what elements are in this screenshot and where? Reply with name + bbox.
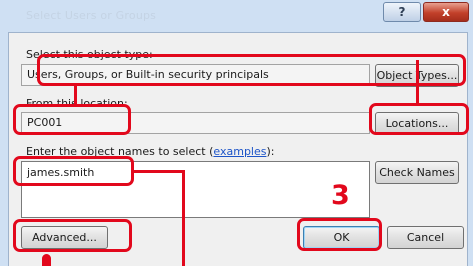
callout-line bbox=[133, 170, 185, 173]
dialog-body: Select this object type: Users, Groups, … bbox=[8, 32, 468, 266]
locations-button[interactable]: Locations... bbox=[375, 112, 459, 135]
close-button[interactable]: x bbox=[423, 2, 469, 22]
location-field: PC001 bbox=[21, 112, 370, 134]
object-names-label: Enter the object names to select (exampl… bbox=[26, 145, 274, 158]
object-type-field: Users, Groups, or Built-in security prin… bbox=[21, 64, 370, 86]
callout-marker bbox=[42, 254, 51, 266]
check-names-button[interactable]: Check Names bbox=[375, 161, 459, 184]
callout-line bbox=[74, 85, 77, 105]
callout-line bbox=[416, 60, 419, 104]
help-button[interactable]: ? bbox=[383, 2, 421, 22]
dialog-title: Select Users or Groups bbox=[26, 9, 157, 22]
examples-link[interactable]: examples bbox=[213, 145, 266, 158]
help-icon: ? bbox=[398, 5, 406, 19]
callout-line bbox=[182, 170, 185, 266]
object-names-label-prefix: Enter the object names to select ( bbox=[26, 145, 214, 158]
object-names-label-suffix: ): bbox=[266, 145, 275, 158]
ok-button[interactable]: OK bbox=[303, 226, 380, 249]
title-bar: Select Users or Groups ? x bbox=[0, 0, 473, 32]
close-icon: x bbox=[442, 5, 450, 19]
select-users-dialog: Select Users or Groups ? x Select this o… bbox=[0, 0, 473, 266]
object-type-label: Select this object type: bbox=[26, 48, 153, 61]
object-names-input[interactable]: james.smith bbox=[21, 161, 370, 218]
cancel-button[interactable]: Cancel bbox=[387, 226, 464, 249]
step-number-label: 3 bbox=[331, 180, 350, 211]
advanced-button[interactable]: Advanced... bbox=[21, 226, 108, 249]
